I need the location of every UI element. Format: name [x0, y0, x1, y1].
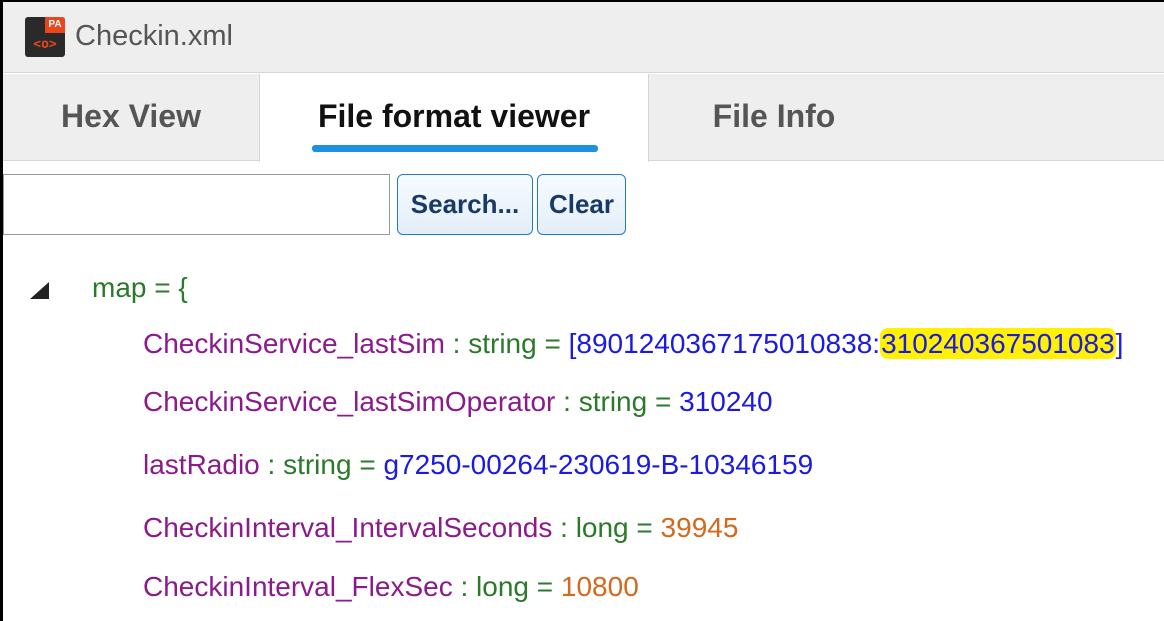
entry-type: long [476, 571, 529, 602]
entry-type: long [575, 512, 629, 543]
tree-row[interactable]: CheckinService_lastSim : string = [89012… [143, 326, 1123, 362]
app-logo-badge: PA [45, 17, 65, 33]
entry-value: 39945 [660, 512, 739, 543]
entry-key: CheckinService_lastSim [143, 328, 445, 359]
tree-row[interactable]: CheckinInterval_IntervalSeconds : long =… [143, 510, 738, 546]
tree-row[interactable]: lastRadio : string = g7250-00264-230619-… [143, 447, 813, 483]
entry-key: CheckinInterval_FlexSec [143, 571, 453, 602]
entry-value: 310240 [679, 386, 773, 417]
window-title: Checkin.xml [75, 20, 233, 52]
entry-value: g7250-00264-230619-B-10346159 [383, 449, 814, 480]
app-logo-icon: PA <o> [25, 17, 65, 57]
tree-row[interactable]: CheckinService_lastSimOperator : string … [143, 384, 773, 420]
entry-type: string [578, 386, 648, 417]
clear-button[interactable]: Clear [537, 174, 626, 235]
entry-value-suffix: ] [1115, 328, 1124, 359]
search-button[interactable]: Search... [397, 174, 533, 235]
title-bar: PA <o> Checkin.xml [3, 2, 1164, 73]
collapse-triangle-icon[interactable] [30, 282, 49, 299]
tree-root-node[interactable]: map = { [92, 272, 188, 304]
tab-file-format-viewer-label: File format viewer [317, 98, 591, 134]
entry-value: 10800 [560, 571, 639, 602]
entry-type: string [468, 328, 537, 359]
entry-key: CheckinService_lastSimOperator [143, 386, 556, 417]
active-tab-indicator [312, 145, 598, 152]
tab-bar: Hex View File format viewer File Info [3, 74, 1164, 162]
entry-key: CheckinInterval_IntervalSeconds [143, 512, 553, 543]
tree-row[interactable]: CheckinInterval_FlexSec : long = 10800 [143, 569, 639, 605]
tab-file-format-viewer[interactable]: File format viewer [259, 74, 649, 162]
entry-type: string [283, 449, 352, 480]
search-input[interactable] [3, 174, 390, 235]
entry-value: [8901240367175010838: [568, 328, 881, 359]
app-logo-glyph: <o> [33, 37, 57, 52]
entry-key: lastRadio [143, 449, 260, 480]
entry-value-highlight: 310240367501083 [880, 328, 1116, 359]
tab-hex-view[interactable]: Hex View [3, 74, 259, 161]
tab-file-info[interactable]: File Info [649, 74, 899, 161]
